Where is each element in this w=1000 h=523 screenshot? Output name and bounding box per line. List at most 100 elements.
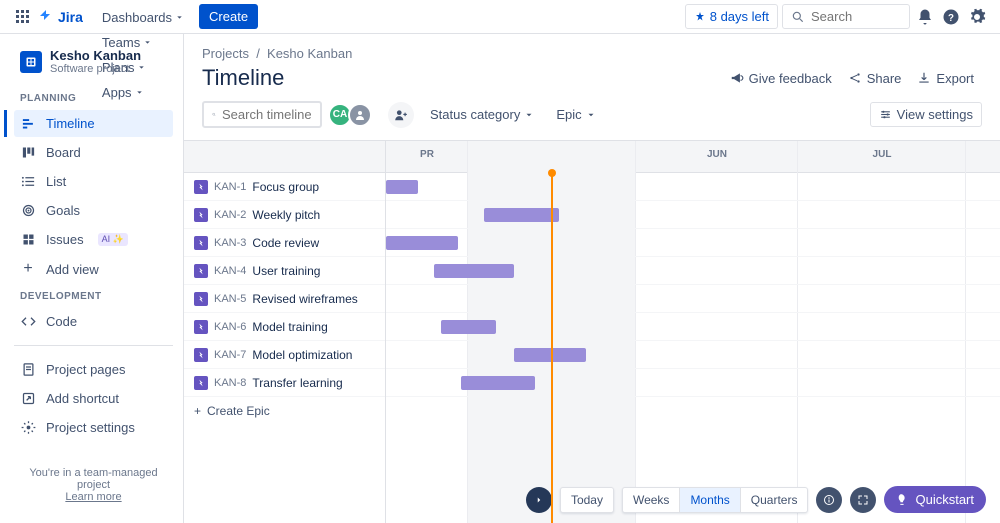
range-weeks[interactable]: Weeks <box>623 488 680 512</box>
add-people-button[interactable] <box>388 102 414 128</box>
epic-row[interactable]: KAN-4 User training <box>184 257 385 285</box>
range-quarters[interactable]: Quarters <box>741 488 808 512</box>
sidebar-item-add-shortcut[interactable]: Add shortcut <box>14 385 173 412</box>
sidebar-item-label: Board <box>46 145 81 160</box>
create-button[interactable]: Create <box>199 4 258 29</box>
page-title: Timeline <box>202 65 722 91</box>
epic-row[interactable]: KAN-2Weekly pitch <box>184 201 385 229</box>
epic-bar[interactable] <box>514 348 586 362</box>
today-button[interactable]: Today <box>561 488 613 512</box>
sidebar-item-code[interactable]: Code <box>14 308 173 335</box>
assignee-avatars[interactable]: CA <box>332 103 372 127</box>
sidebar-item-label: Add shortcut <box>46 391 119 406</box>
global-search[interactable] <box>782 4 910 29</box>
epic-summary: User training <box>252 264 320 278</box>
sidebar-item-list[interactable]: List <box>14 168 173 195</box>
epic-icon <box>194 208 208 222</box>
sidebar-item-add-view[interactable]: +Add view <box>14 255 173 283</box>
sidebar-item-issues[interactable]: IssuesAI ✨ <box>14 226 173 253</box>
section-development: DEVELOPMENT <box>14 285 173 306</box>
notifications-icon[interactable] <box>914 6 936 28</box>
section-planning: PLANNING <box>14 87 173 108</box>
issues-icon <box>20 232 36 247</box>
range-months[interactable]: Months <box>680 488 740 512</box>
epic-bar[interactable] <box>484 208 559 222</box>
sidebar-item-project-settings[interactable]: Project settings <box>14 414 173 441</box>
breadcrumb-projects[interactable]: Projects <box>202 46 249 61</box>
epic-summary: Model training <box>252 320 327 334</box>
epic-key: KAN-3 <box>214 237 246 249</box>
timeline-icon <box>20 116 36 131</box>
epic-key: KAN-6 <box>214 321 246 333</box>
status-category-filter[interactable]: Status category <box>424 103 540 126</box>
project-header[interactable]: Kesho Kanban Software project <box>14 48 173 75</box>
give-feedback-button[interactable]: Give feedback <box>722 67 840 90</box>
scroll-left-button[interactable] <box>526 487 552 513</box>
project-sidebar: Kesho Kanban Software project PLANNING T… <box>4 34 184 523</box>
settings-icon[interactable] <box>966 6 988 28</box>
fullscreen-button[interactable] <box>850 487 876 513</box>
epic-key: KAN-8 <box>214 377 246 389</box>
trial-days-left[interactable]: 8 days left <box>685 4 778 29</box>
epic-row[interactable]: KAN-7Model optimization <box>184 341 385 369</box>
epic-row[interactable]: KAN-3Code review <box>184 229 385 257</box>
epic-icon <box>194 320 208 334</box>
epic-bar[interactable] <box>386 180 418 194</box>
epic-row[interactable]: KAN-6 Model training <box>184 313 385 341</box>
epic-bar[interactable] <box>441 320 496 334</box>
sidebar-item-label: Goals <box>46 203 80 218</box>
breadcrumb: Projects / Kesho Kanban <box>184 34 1000 61</box>
epic-row[interactable]: KAN-1 Focus group <box>184 173 385 201</box>
share-button[interactable]: Share <box>840 67 910 90</box>
epic-filter[interactable]: Epic <box>550 103 601 126</box>
sidebar-item-goals[interactable]: Goals <box>14 197 173 224</box>
view-settings-button[interactable]: View settings <box>870 102 982 127</box>
svg-text:?: ? <box>948 12 954 23</box>
epic-bar[interactable] <box>434 264 514 278</box>
sidebar-item-board[interactable]: Board <box>14 139 173 166</box>
epic-bar[interactable] <box>386 236 458 250</box>
epic-summary: Focus group <box>252 180 319 194</box>
nav-dashboards[interactable]: Dashboards <box>95 5 191 30</box>
sidebar-item-label: Code <box>46 314 77 329</box>
sidebar-item-label: List <box>46 174 66 189</box>
sidebar-item-timeline[interactable]: Timeline <box>14 110 173 137</box>
epic-summary: Weekly pitch <box>252 208 320 222</box>
epic-summary: Model optimization <box>252 348 352 362</box>
timeline-search[interactable] <box>202 101 322 128</box>
sidebar-item-label: Issues <box>46 232 84 247</box>
epic-row[interactable]: KAN-8Transfer learning <box>184 369 385 397</box>
sidebar-learn-more[interactable]: Learn more <box>65 491 121 503</box>
board-icon <box>20 145 36 160</box>
global-nav: Jira Your work Projects Filters Dashboar… <box>0 0 1000 34</box>
timeline-search-input[interactable] <box>222 107 312 122</box>
add-view-icon: + <box>20 261 36 277</box>
breadcrumb-project[interactable]: Kesho Kanban <box>267 46 352 61</box>
epic-icon <box>194 236 208 250</box>
sidebar-item-label: Project settings <box>46 420 135 435</box>
project-settings-icon <box>20 420 36 435</box>
quickstart-button[interactable]: Quickstart <box>884 486 986 513</box>
app-switcher-icon[interactable] <box>12 6 34 28</box>
sidebar-item-project-pages[interactable]: Project pages <box>14 356 173 383</box>
project-type: Software project <box>50 63 141 75</box>
export-button[interactable]: Export <box>909 67 982 90</box>
epic-bar[interactable] <box>461 376 535 390</box>
project-pages-icon <box>20 362 36 377</box>
epic-key: KAN-4 <box>214 265 246 277</box>
avatar-unassigned[interactable] <box>348 103 372 127</box>
jira-logo[interactable]: Jira <box>38 9 83 25</box>
help-icon[interactable]: ? <box>940 6 962 28</box>
project-name: Kesho Kanban <box>50 48 141 63</box>
goals-icon <box>20 203 36 218</box>
epic-key: KAN-1 <box>214 181 246 193</box>
epic-icon <box>194 376 208 390</box>
timeline-grid: KAN-1 Focus group KAN-2Weekly pitchKAN-3Co… <box>184 140 1000 523</box>
create-epic-button[interactable]: +Create Epic <box>184 397 385 425</box>
epic-row[interactable]: KAN-5Revised wireframes <box>184 285 385 313</box>
epic-icon <box>194 180 208 194</box>
sidebar-footer-msg: You're in a team-managed project <box>20 467 167 491</box>
today-marker <box>551 173 553 523</box>
legend-button[interactable] <box>816 487 842 513</box>
global-search-input[interactable] <box>811 9 901 24</box>
